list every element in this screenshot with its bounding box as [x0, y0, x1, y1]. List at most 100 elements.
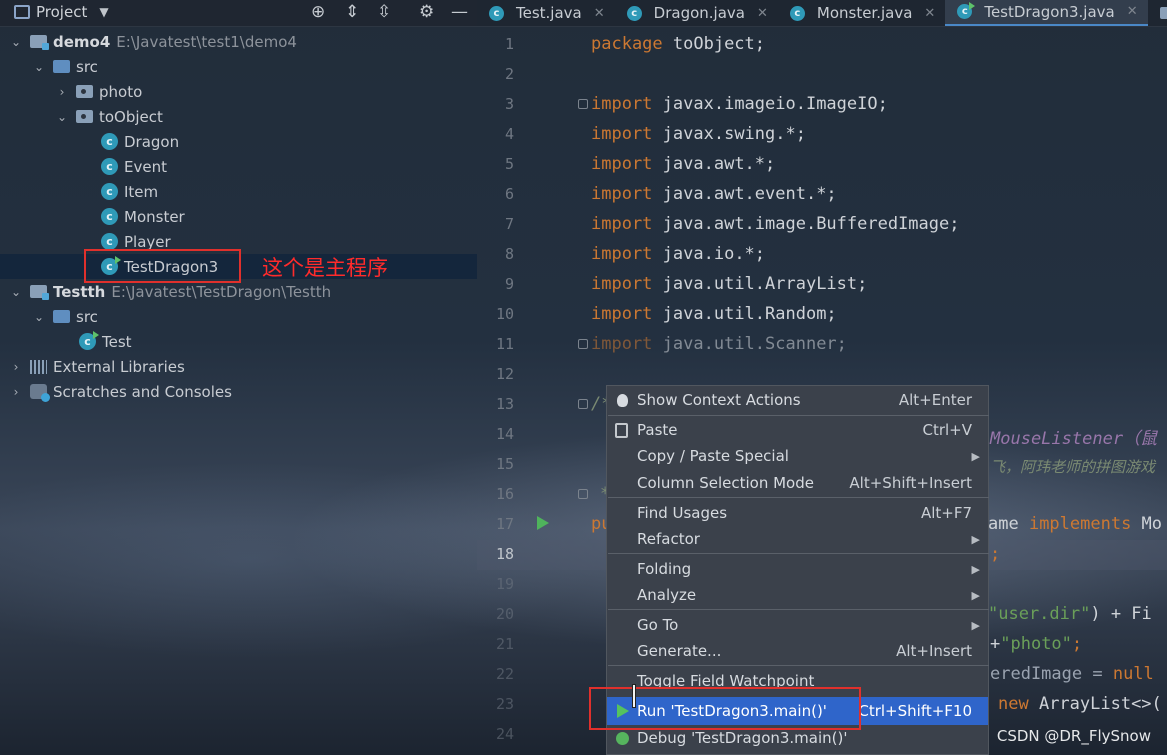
- tree-item-class[interactable]: c Dragon: [0, 129, 477, 154]
- run-gutter-icon[interactable]: [537, 516, 549, 530]
- tree-item-toobject[interactable]: ⌄ toObject: [0, 104, 477, 129]
- line-number: 10: [495, 305, 514, 323]
- libraries-icon: [30, 359, 47, 374]
- class-icon: c: [101, 233, 118, 250]
- annotation-highlight-box: [589, 687, 861, 730]
- line-number: 20: [495, 605, 514, 623]
- code-line-fragment: "user.dir") + Fi: [988, 604, 1152, 624]
- code-line: import javax.swing.*;: [591, 124, 806, 144]
- submenu-arrow-icon: ▶: [971, 588, 980, 602]
- code-text: ) + Fi: [1090, 604, 1152, 624]
- code-text: toObject;: [662, 34, 766, 54]
- tab-testdragon3-java[interactable]: c TestDragon3.java ✕: [945, 0, 1148, 26]
- line-number-gutter: 1 2 3 4 5 6 7 8 9 10 11 12 13 14 15 16 1…: [477, 30, 577, 755]
- tree-item-label: Event: [124, 157, 167, 176]
- menu-item-find-usages[interactable]: Find Usages Alt+F7: [607, 500, 988, 526]
- tree-item-label: photo: [99, 82, 143, 101]
- keyword: import: [591, 274, 653, 294]
- chevron-right-icon[interactable]: ›: [56, 85, 68, 99]
- menu-separator: [608, 497, 989, 498]
- gear-icon[interactable]: ⚙: [419, 2, 434, 22]
- menu-item-label: Folding: [637, 560, 692, 578]
- file-icon: [1159, 7, 1167, 19]
- clipboard-icon: [615, 422, 628, 438]
- menu-item-paste[interactable]: Paste Ctrl+V: [607, 417, 988, 443]
- close-icon[interactable]: ✕: [1127, 4, 1138, 19]
- locate-icon[interactable]: ⊕: [311, 2, 325, 22]
- menu-item-label: Refactor: [637, 530, 700, 548]
- tree-item-external-libraries[interactable]: › External Libraries: [0, 354, 477, 379]
- menu-item-show-context-actions[interactable]: Show Context Actions Alt+Enter: [607, 387, 988, 413]
- close-icon[interactable]: ✕: [924, 6, 935, 21]
- menu-item-go-to[interactable]: Go To ▶: [607, 612, 988, 638]
- code-text: java.util.Random;: [662, 304, 837, 324]
- menu-item-column-selection-mode[interactable]: Column Selection Mode Alt+Shift+Insert: [607, 470, 988, 496]
- tree-item-label: Dragon: [124, 132, 180, 151]
- close-icon[interactable]: ✕: [594, 6, 605, 21]
- code-line: import java.io.*;: [591, 244, 765, 264]
- menu-item-generate[interactable]: Generate... Alt+Insert: [607, 638, 988, 664]
- code-line-fragment: ;: [990, 544, 1001, 564]
- tab-dam[interactable]: dam: [1148, 0, 1167, 26]
- tree-item-label: Player: [124, 232, 171, 251]
- line-number: 8: [504, 245, 514, 263]
- collapse-all-icon[interactable]: ⇳: [377, 2, 391, 22]
- tree-item-src[interactable]: ⌄ src: [0, 54, 477, 79]
- project-title: Project: [36, 3, 88, 21]
- tree-item-label: Scratches and Consoles: [53, 382, 232, 401]
- menu-item-shortcut: Alt+Insert: [896, 642, 972, 660]
- expand-all-icon[interactable]: ⇕: [345, 2, 359, 22]
- tab-label: Dragon.java: [653, 4, 745, 22]
- project-view-selector[interactable]: Project ▼: [14, 3, 109, 21]
- tree-item-label: Monster: [124, 207, 185, 226]
- tab-monster-java[interactable]: c Monster.java ✕: [778, 0, 945, 26]
- tab-test-java[interactable]: c Test.java ✕: [477, 0, 615, 26]
- tree-item-src[interactable]: ⌄ src: [0, 304, 477, 329]
- tab-dragon-java[interactable]: c Dragon.java ✕: [615, 0, 778, 26]
- watermark: CSDN @DR_FlySnow: [996, 727, 1151, 745]
- menu-item-copy-paste-special[interactable]: Copy / Paste Special ▶: [607, 443, 988, 469]
- chevron-down-icon[interactable]: ⌄: [33, 310, 45, 324]
- menu-item-folding[interactable]: Folding ▶: [607, 556, 988, 582]
- chevron-right-icon[interactable]: ›: [10, 360, 22, 374]
- code-text: ;: [1071, 634, 1083, 654]
- keyword: package: [591, 34, 663, 54]
- tree-item-demo4[interactable]: ⌄ demo4 E:\Javatest\test1\demo4: [0, 29, 477, 54]
- fold-marker-icon[interactable]: [578, 489, 588, 499]
- fold-marker-icon[interactable]: [578, 399, 588, 409]
- tree-item-label: src: [76, 307, 98, 326]
- module-name: Testth: [53, 282, 106, 301]
- code-line-fragment: +"photo";: [990, 634, 1082, 654]
- tree-item-scratches[interactable]: › Scratches and Consoles: [0, 379, 477, 404]
- tree-item-photo[interactable]: › photo: [0, 79, 477, 104]
- chevron-down-icon[interactable]: ⌄: [10, 35, 22, 49]
- fold-marker-icon[interactable]: [578, 339, 588, 349]
- close-icon[interactable]: ✕: [757, 6, 768, 21]
- line-number: 15: [495, 455, 514, 473]
- module-path: E:\Javatest\TestDragon\Testth: [111, 282, 332, 301]
- annotation-highlight-box: [84, 249, 241, 283]
- code-line-fragment: ame implements Mo: [988, 514, 1162, 534]
- menu-item-label: Copy / Paste Special: [637, 447, 789, 465]
- tree-item-class[interactable]: c Monster: [0, 204, 477, 229]
- lightbulb-icon: [617, 393, 628, 407]
- chevron-down-icon[interactable]: ⌄: [56, 110, 68, 124]
- tree-item-class[interactable]: c Event: [0, 154, 477, 179]
- menu-item-label: Go To: [637, 616, 679, 634]
- fold-marker-icon[interactable]: [578, 99, 588, 109]
- code-line-fragment: 飞，阿玮老师的拼图游戏: [990, 458, 1156, 476]
- menu-item-analyze[interactable]: Analyze ▶: [607, 582, 988, 608]
- chevron-down-icon[interactable]: ⌄: [10, 285, 22, 299]
- line-number: 4: [504, 125, 514, 143]
- tree-item-class[interactable]: c Test: [0, 329, 477, 354]
- tree-item-class[interactable]: c Item: [0, 179, 477, 204]
- tree-item-testth[interactable]: ⌄ Testth E:\Javatest\TestDragon\Testth: [0, 279, 477, 304]
- submenu-arrow-icon: ▶: [971, 532, 980, 546]
- menu-item-refactor[interactable]: Refactor ▶: [607, 526, 988, 552]
- chevron-down-icon[interactable]: ⌄: [33, 60, 45, 74]
- class-icon: c: [626, 5, 642, 21]
- module-path: E:\Javatest\test1\demo4: [116, 32, 297, 51]
- minimize-icon[interactable]: —: [451, 2, 468, 22]
- submenu-arrow-icon: ▶: [971, 562, 980, 576]
- chevron-right-icon[interactable]: ›: [10, 385, 22, 399]
